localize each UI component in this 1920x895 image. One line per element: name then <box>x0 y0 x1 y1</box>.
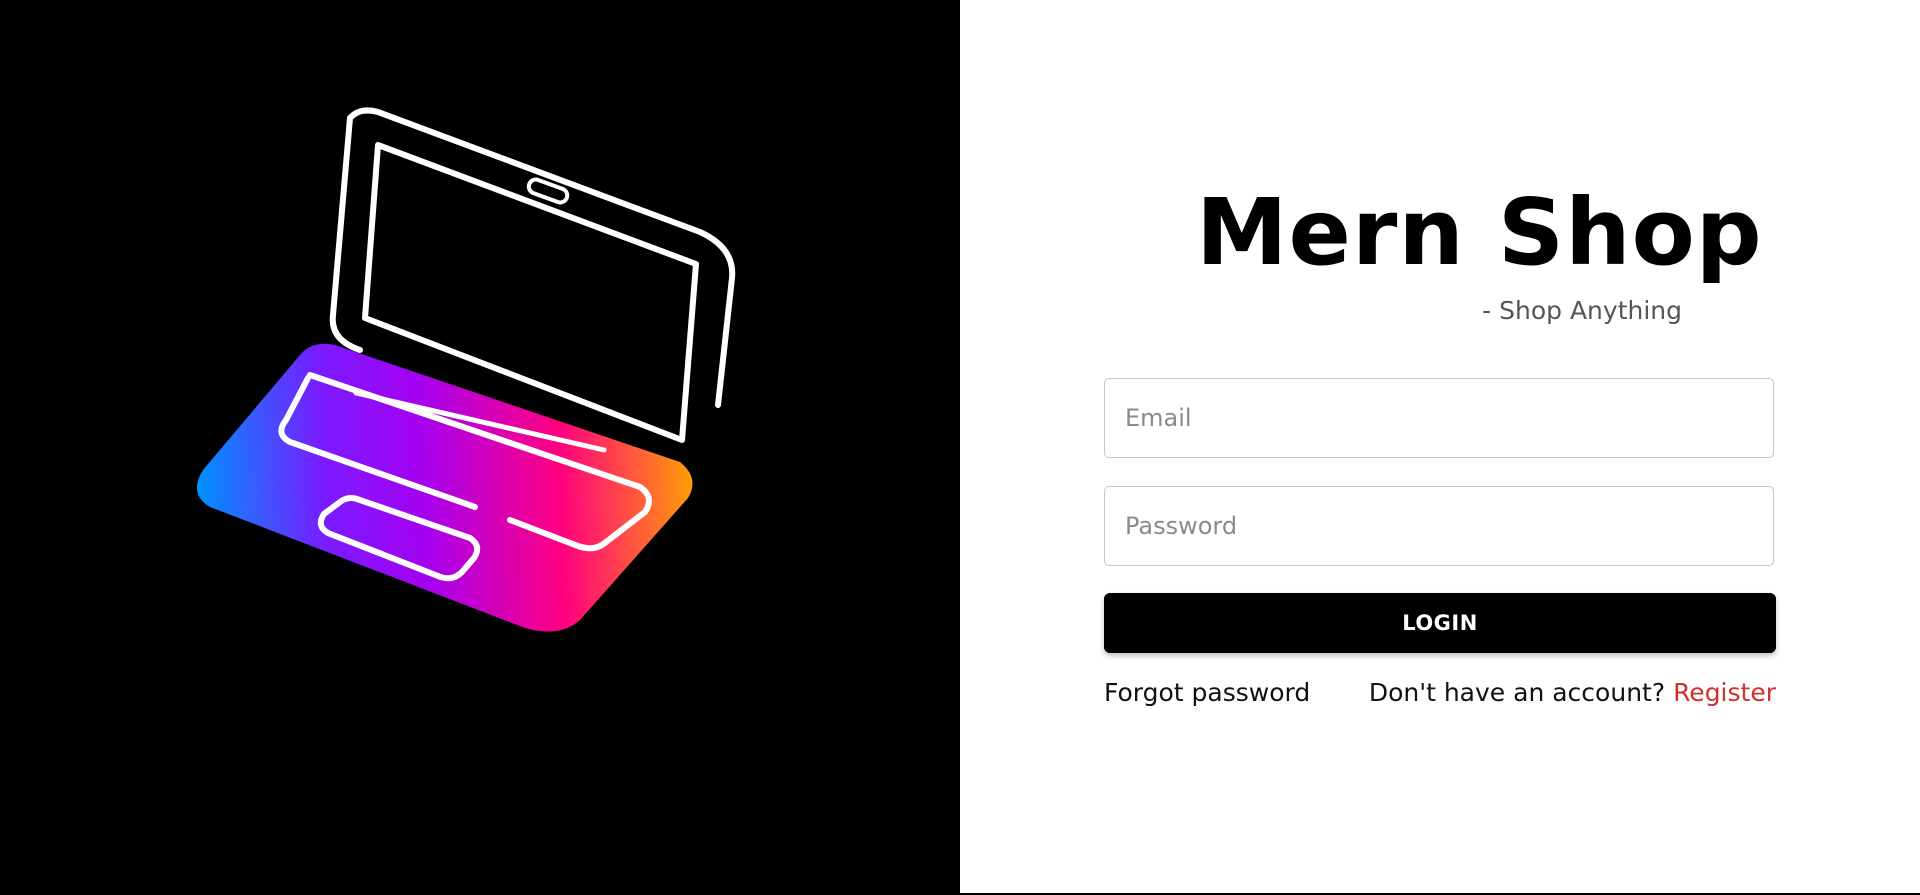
laptop-icon <box>196 107 736 632</box>
brand-tagline: - Shop Anything <box>1482 296 1682 325</box>
brand-title: Mern Shop <box>1196 179 1763 286</box>
illustration-panel <box>0 0 960 895</box>
password-field[interactable] <box>1104 486 1774 566</box>
register-prompt-text: Don't have an account? <box>1368 678 1674 707</box>
register-prompt-row: Don't have an account? Register <box>1369 678 1776 707</box>
forgot-password-link[interactable]: Forgot password <box>1104 678 1310 707</box>
email-field[interactable] <box>1104 378 1774 458</box>
login-button[interactable]: LOGIN <box>1104 593 1776 653</box>
register-link[interactable]: Register <box>1673 678 1776 707</box>
login-page: Mern Shop - Shop Anything LOGIN Forgot p… <box>0 0 1920 895</box>
